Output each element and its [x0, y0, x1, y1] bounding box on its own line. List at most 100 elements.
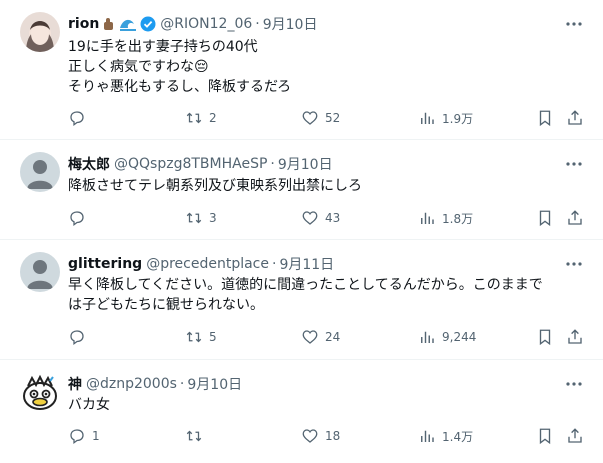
view-count: 1.8万 [442, 211, 474, 226]
reply-count: 1 [92, 429, 100, 443]
heart-icon [302, 211, 318, 225]
tweet-header: glittering @precedentplace · 9月11日 [68, 254, 334, 274]
tweet-line: バカ女 [68, 397, 110, 413]
retweet-button[interactable]: 3 [185, 208, 217, 228]
share-icon [568, 329, 582, 344]
bookmark-button[interactable] [536, 108, 554, 128]
tweet-line: そりゃ悪化もするし、降板するだろ [68, 79, 292, 95]
separator-dot: · [272, 256, 277, 272]
tweet-actions: 3 43 1.8万 [68, 208, 588, 228]
emoji-thumb-icon [101, 16, 117, 32]
view-count: 1.9万 [442, 111, 474, 126]
tweet-actions: 5 24 9,244 [68, 327, 588, 347]
like-count: 43 [325, 211, 341, 225]
retweet-button[interactable]: 2 [185, 108, 217, 128]
separator-dot: · [255, 16, 260, 32]
like-button[interactable]: 18 [301, 426, 340, 446]
verified-badge-icon [140, 16, 156, 32]
tweet-header: 神 @dznp2000s · 9月10日 [68, 374, 242, 394]
tweet[interactable]: glittering @precedentplace · 9月11日 早く降板し… [0, 240, 603, 360]
bookmark-icon [539, 428, 551, 445]
display-name[interactable]: 梅太郎 [68, 154, 110, 174]
heart-icon [302, 111, 318, 125]
retweet-count: 5 [209, 330, 217, 344]
timestamp[interactable]: 9月11日 [279, 254, 334, 274]
avatar[interactable] [20, 252, 60, 292]
avatar[interactable] [20, 12, 60, 52]
display-name[interactable]: glittering [68, 256, 142, 272]
share-icon [568, 428, 582, 443]
retweet-count: 2 [209, 111, 217, 125]
reply-button[interactable] [68, 108, 92, 128]
bookmark-button[interactable] [536, 327, 554, 347]
heart-icon [302, 429, 318, 443]
views-button[interactable]: 1.8万 [418, 208, 473, 228]
tweet-actions: 1 18 1.4万 [68, 426, 588, 446]
retweet-button[interactable]: 5 [185, 327, 217, 347]
tweet-text: バカ女 [68, 395, 588, 415]
share-button[interactable] [566, 208, 584, 228]
avatar[interactable] [20, 372, 60, 412]
like-button[interactable]: 52 [301, 108, 340, 128]
user-handle[interactable]: @RION12_06 [160, 16, 252, 32]
bookmark-button[interactable] [536, 208, 554, 228]
share-button[interactable] [566, 108, 584, 128]
display-name[interactable]: 神 [68, 374, 82, 394]
views-button[interactable]: 1.9万 [418, 108, 473, 128]
timestamp[interactable]: 9月10日 [187, 374, 242, 394]
share-icon [568, 210, 582, 225]
emoji-wave-icon [119, 16, 137, 32]
more-icon[interactable] [565, 375, 583, 393]
tweet-line: は子どもたちに観せられない。 [68, 297, 264, 313]
tweet-text: 降板させてテレ朝系列及び東映系列出禁にしろ [68, 176, 588, 196]
like-count: 18 [325, 429, 341, 443]
reply-button[interactable] [68, 208, 92, 228]
reply-icon [70, 111, 84, 127]
tweet-actions: 2 52 1.9万 [68, 108, 588, 128]
tweet[interactable]: 梅太郎 @QQspzg8TBMHAeSP · 9月10日 降板させてテレ朝系列及… [0, 140, 603, 240]
tweet-text: 早く降板してください。道徳的に間違ったことしてるんだから。このままで は子どもた… [68, 275, 588, 315]
display-name[interactable]: rion [68, 16, 99, 32]
views-icon [421, 430, 434, 442]
avatar[interactable] [20, 152, 60, 192]
tweet-line: 19に手を出す妻子持ちの40代 [68, 39, 258, 55]
retweet-icon [186, 212, 202, 224]
view-count: 9,244 [442, 330, 477, 344]
tweet-text: 19に手を出す妻子持ちの40代 正しく病気ですわな😔 そりゃ悪化もするし、降板す… [68, 37, 588, 97]
like-count: 52 [325, 111, 341, 125]
like-button[interactable]: 24 [301, 327, 340, 347]
retweet-count: 3 [209, 211, 217, 225]
tweet[interactable]: 神 @dznp2000s · 9月10日 バカ女 1 18 1.4万 [0, 360, 603, 463]
views-button[interactable]: 1.4万 [418, 426, 473, 446]
more-icon[interactable] [565, 155, 583, 173]
tweet-header: 梅太郎 @QQspzg8TBMHAeSP · 9月10日 [68, 154, 333, 174]
share-icon [568, 110, 582, 125]
retweet-icon [186, 112, 202, 124]
reply-button[interactable]: 1 [68, 426, 100, 446]
views-icon [421, 212, 434, 224]
user-handle[interactable]: @dznp2000s [86, 376, 177, 392]
tweet-line: 降板させてテレ朝系列及び東映系列出禁にしろ [68, 178, 362, 194]
retweet-icon [186, 430, 202, 442]
tweet-header: rion @RION12_06 · 9月10日 [68, 14, 317, 34]
separator-dot: · [179, 376, 185, 392]
share-button[interactable] [566, 426, 584, 446]
user-handle[interactable]: @QQspzg8TBMHAeSP [114, 156, 267, 172]
more-icon[interactable] [565, 15, 583, 33]
reply-icon [70, 429, 84, 445]
timestamp[interactable]: 9月10日 [278, 154, 333, 174]
retweet-button[interactable] [185, 426, 209, 446]
like-button[interactable]: 43 [301, 208, 340, 228]
tweet[interactable]: rion @RION12_06 · 9月10日 19に手を出す妻子持ちの40代 … [0, 0, 603, 140]
reply-button[interactable] [68, 327, 92, 347]
more-icon[interactable] [565, 255, 583, 273]
views-button[interactable]: 9,244 [418, 327, 476, 347]
user-handle[interactable]: @precedentplace [146, 256, 269, 272]
views-icon [421, 331, 434, 343]
timestamp[interactable]: 9月10日 [263, 14, 318, 34]
bookmark-icon [539, 110, 551, 127]
like-count: 24 [325, 330, 341, 344]
view-count: 1.4万 [442, 429, 474, 444]
share-button[interactable] [566, 327, 584, 347]
bookmark-button[interactable] [536, 426, 554, 446]
